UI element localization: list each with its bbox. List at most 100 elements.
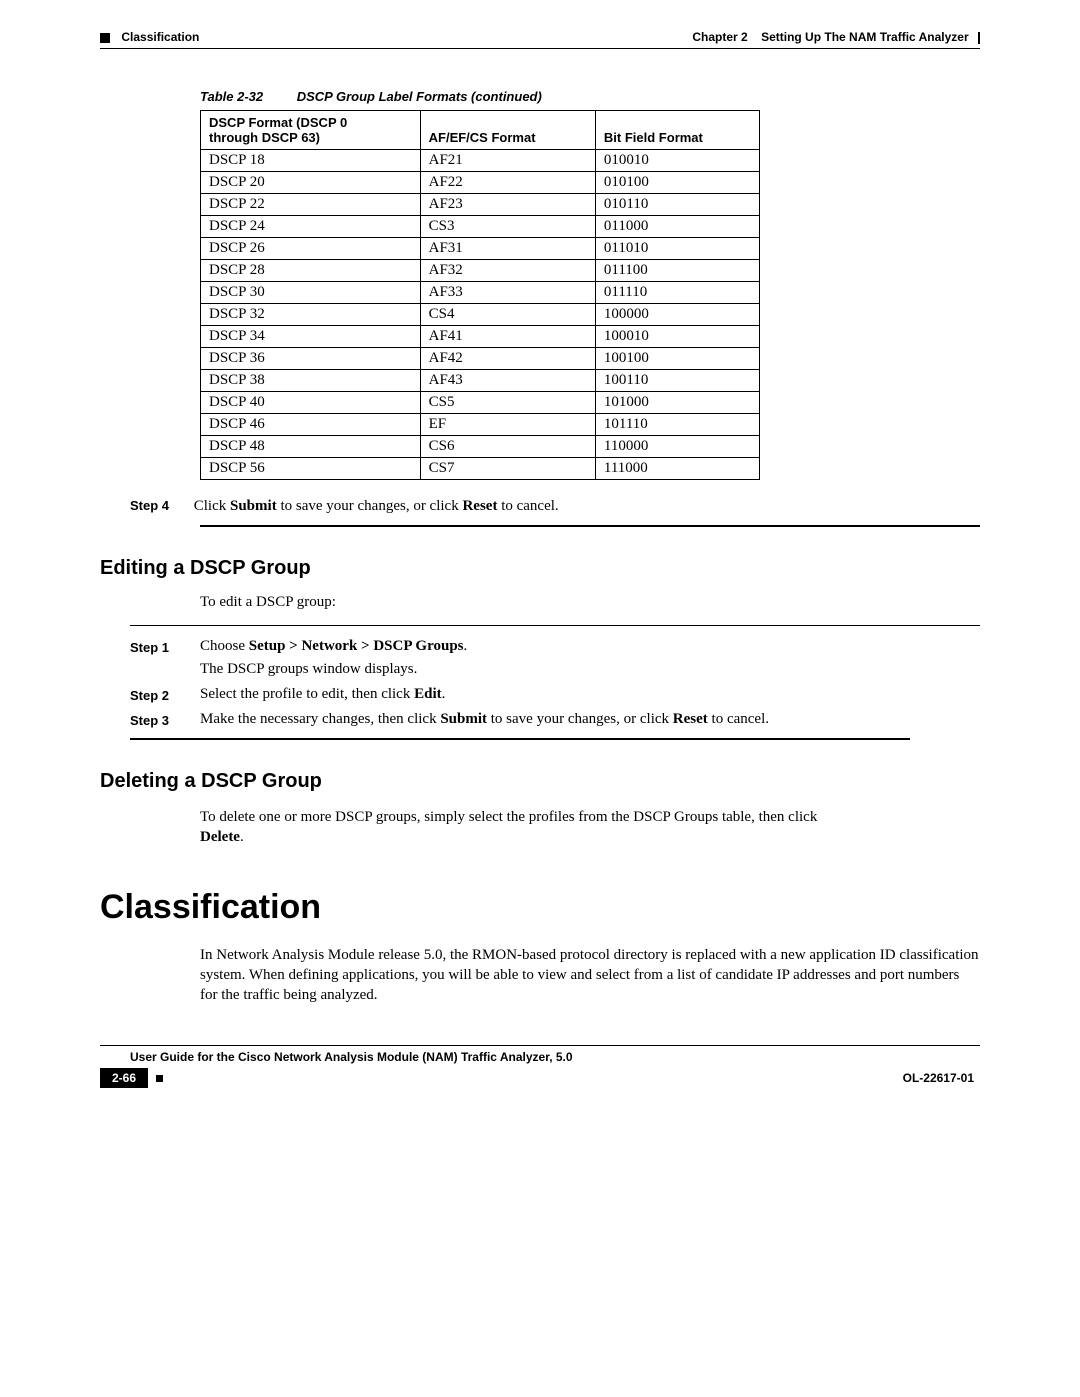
col-header-dscp: DSCP Format (DSCP 0 through DSCP 63) bbox=[201, 111, 421, 150]
table-cell: 100000 bbox=[595, 304, 759, 326]
table-cell: DSCP 32 bbox=[201, 304, 421, 326]
steps-top-rule bbox=[130, 625, 980, 626]
table-cell: 011010 bbox=[595, 238, 759, 260]
edit-steps-list: Step 1Choose Setup > Network > DSCP Grou… bbox=[130, 638, 980, 728]
table-row: DSCP 40CS5101000 bbox=[201, 392, 760, 414]
header-rule bbox=[100, 48, 980, 49]
table-cell: 011110 bbox=[595, 282, 759, 304]
header-chapter-title: Setting Up The NAM Traffic Analyzer bbox=[761, 30, 969, 44]
table-cell: DSCP 30 bbox=[201, 282, 421, 304]
step-row: Step 3Make the necessary changes, then c… bbox=[130, 711, 980, 728]
footer-doc-id: OL-22617-01 bbox=[903, 1071, 974, 1085]
table-number: Table 2-32 bbox=[200, 89, 263, 104]
table-cell: AF42 bbox=[420, 348, 595, 370]
header-bar-icon bbox=[978, 32, 980, 44]
table-row: DSCP 46EF101110 bbox=[201, 414, 760, 436]
table-row: DSCP 48CS6110000 bbox=[201, 436, 760, 458]
header-chapter-label: Chapter 2 bbox=[692, 30, 747, 44]
table-cell: 100100 bbox=[595, 348, 759, 370]
table-cell: AF21 bbox=[420, 150, 595, 172]
table-cell: 010100 bbox=[595, 172, 759, 194]
step-row: Step 2Select the profile to edit, then c… bbox=[130, 686, 980, 703]
steps-bottom-rule bbox=[130, 738, 910, 740]
table-cell: DSCP 22 bbox=[201, 194, 421, 216]
table-row: DSCP 56CS7111000 bbox=[201, 458, 760, 480]
footer-row: 2-66 OL-22617-01 bbox=[100, 1068, 980, 1088]
table-cell: DSCP 18 bbox=[201, 150, 421, 172]
header-section-name: Classification bbox=[121, 30, 199, 44]
table-cell: AF43 bbox=[420, 370, 595, 392]
table-cell: AF41 bbox=[420, 326, 595, 348]
classification-heading: Classification bbox=[100, 888, 980, 927]
table-cell: 100010 bbox=[595, 326, 759, 348]
page-number: 2-66 bbox=[100, 1068, 148, 1088]
table-row: DSCP 22AF23010110 bbox=[201, 194, 760, 216]
section-divider bbox=[200, 525, 980, 527]
table-row: DSCP 18AF21010010 bbox=[201, 150, 760, 172]
table-cell: 100110 bbox=[595, 370, 759, 392]
table-row: DSCP 36AF42100100 bbox=[201, 348, 760, 370]
table-cell: DSCP 36 bbox=[201, 348, 421, 370]
table-cell: DSCP 38 bbox=[201, 370, 421, 392]
table-cell: DSCP 26 bbox=[201, 238, 421, 260]
table-cell: AF22 bbox=[420, 172, 595, 194]
table-row: DSCP 20AF22010100 bbox=[201, 172, 760, 194]
table-caption: Table 2-32 DSCP Group Label Formats (con… bbox=[200, 89, 980, 104]
step-label: Step 3 bbox=[130, 711, 200, 728]
table-cell: DSCP 46 bbox=[201, 414, 421, 436]
step4-row: Step 4 Click Submit to save your changes… bbox=[130, 498, 980, 515]
table-cell: CS3 bbox=[420, 216, 595, 238]
table-row: DSCP 30AF33011110 bbox=[201, 282, 760, 304]
table-cell: CS6 bbox=[420, 436, 595, 458]
table-cell: CS7 bbox=[420, 458, 595, 480]
table-cell: AF33 bbox=[420, 282, 595, 304]
table-cell: 011100 bbox=[595, 260, 759, 282]
deleting-heading: Deleting a DSCP Group bbox=[100, 770, 980, 793]
table-cell: DSCP 40 bbox=[201, 392, 421, 414]
table-row: DSCP 32CS4100000 bbox=[201, 304, 760, 326]
table-cell: AF23 bbox=[420, 194, 595, 216]
dscp-table: DSCP Format (DSCP 0 through DSCP 63) AF/… bbox=[200, 110, 760, 480]
deleting-paragraph: To delete one or more DSCP groups, simpl… bbox=[200, 807, 980, 848]
step-label: Step 4 bbox=[130, 498, 190, 513]
table-cell: CS5 bbox=[420, 392, 595, 414]
editing-heading: Editing a DSCP Group bbox=[100, 557, 980, 580]
table-cell: 111000 bbox=[595, 458, 759, 480]
footer-rule bbox=[100, 1045, 980, 1046]
table-cell: DSCP 56 bbox=[201, 458, 421, 480]
classification-paragraph: In Network Analysis Module release 5.0, … bbox=[200, 945, 980, 1006]
table-row: DSCP 24CS3011000 bbox=[201, 216, 760, 238]
page-header: Classification Chapter 2 Setting Up The … bbox=[100, 30, 980, 44]
table-cell: DSCP 24 bbox=[201, 216, 421, 238]
table-cell: DSCP 20 bbox=[201, 172, 421, 194]
table-cell: AF32 bbox=[420, 260, 595, 282]
step-label: Step 1 bbox=[130, 638, 200, 678]
table-cell: DSCP 48 bbox=[201, 436, 421, 458]
table-row: DSCP 38AF43100110 bbox=[201, 370, 760, 392]
table-cell: 010010 bbox=[595, 150, 759, 172]
step-text: Choose Setup > Network > DSCP Groups.The… bbox=[200, 638, 980, 678]
step4-text: Click Submit to save your changes, or cl… bbox=[194, 498, 559, 514]
col-header-af: AF/EF/CS Format bbox=[420, 111, 595, 150]
step-row: Step 1Choose Setup > Network > DSCP Grou… bbox=[130, 638, 980, 678]
footer-doc-title: User Guide for the Cisco Network Analysi… bbox=[130, 1050, 980, 1064]
table-cell: 011000 bbox=[595, 216, 759, 238]
table-cell: 101000 bbox=[595, 392, 759, 414]
table-row: DSCP 34AF41100010 bbox=[201, 326, 760, 348]
editing-intro: To edit a DSCP group: bbox=[200, 594, 980, 611]
table-cell: AF31 bbox=[420, 238, 595, 260]
table-title: DSCP Group Label Formats (continued) bbox=[297, 89, 542, 104]
table-row: DSCP 28AF32011100 bbox=[201, 260, 760, 282]
step-text: Make the necessary changes, then click S… bbox=[200, 711, 980, 728]
table-cell: 101110 bbox=[595, 414, 759, 436]
step-label: Step 2 bbox=[130, 686, 200, 703]
header-square-icon bbox=[100, 33, 110, 43]
table-cell: 010110 bbox=[595, 194, 759, 216]
step-text: Select the profile to edit, then click E… bbox=[200, 686, 980, 703]
table-cell: CS4 bbox=[420, 304, 595, 326]
table-cell: DSCP 34 bbox=[201, 326, 421, 348]
table-cell: EF bbox=[420, 414, 595, 436]
table-cell: DSCP 28 bbox=[201, 260, 421, 282]
table-cell: 110000 bbox=[595, 436, 759, 458]
col-header-bit: Bit Field Format bbox=[595, 111, 759, 150]
